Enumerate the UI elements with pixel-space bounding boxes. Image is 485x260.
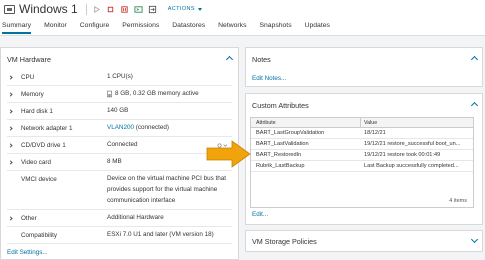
tab-snapshots[interactable]: Snapshots	[259, 20, 291, 34]
hw-value: 1 CPU(s)	[107, 73, 133, 80]
hw-row-hard-disk[interactable]: Hard disk 1 140 GB	[7, 103, 232, 120]
table-row[interactable]: BART_RestoredIn 19/12/21 restore took 00…	[251, 150, 473, 161]
expand-caret-icon[interactable]	[8, 126, 13, 131]
expand-caret-icon[interactable]	[8, 160, 13, 165]
table-row[interactable]: Rubrik_LastBackup Last Backup successful…	[251, 161, 473, 172]
vm-header: Windows 1 ACTIONS Summary Monitor Config…	[0, 0, 485, 36]
expand-caret-icon[interactable]	[8, 216, 13, 221]
hw-label: VMCI device	[21, 176, 57, 183]
network-status: (connected)	[133, 124, 169, 131]
expand-caret-icon[interactable]	[8, 92, 13, 97]
hw-label: Hard disk 1	[21, 108, 53, 115]
hw-row-other[interactable]: Other Additional Hardware	[7, 210, 232, 227]
actions-menu[interactable]: ACTIONS	[168, 6, 202, 12]
column-divider[interactable]	[360, 118, 361, 128]
hw-row-cpu[interactable]: CPU 1 CPU(s)	[7, 70, 232, 86]
hw-label: CPU	[21, 74, 35, 81]
vm-hardware-panel: VM Hardware CPU 1 CPU(s) Memory 8 GB, 0.…	[0, 47, 239, 260]
suspend-icon[interactable]	[120, 5, 129, 14]
attribute-cell: BART_LastValidation	[256, 141, 309, 147]
hw-value: 8 MB	[107, 158, 122, 165]
value-cell: 19/12/21 restore took 00:01:49	[364, 152, 441, 158]
hw-label: Network adapter 1	[21, 125, 73, 132]
hw-label: Memory	[21, 91, 44, 98]
memory-icon	[107, 90, 112, 98]
expand-caret-icon[interactable]	[8, 75, 13, 80]
console-icon[interactable]	[134, 5, 143, 14]
hw-value: Additional Hardware	[107, 214, 164, 221]
custom-attributes-table: Attribute Value BART_LastGroupValidation…	[250, 117, 474, 208]
hw-row-compatibility: Compatibility ESXi 7.0 U1 and later (VM …	[7, 227, 232, 244]
hw-value-line: communication interface	[107, 197, 176, 204]
annotation-arrow-icon	[206, 140, 251, 168]
attribute-cell: BART_LastGroupValidation	[256, 130, 325, 136]
vm-hardware-title: VM Hardware	[7, 55, 51, 64]
hw-value: VLAN200 (connected)	[107, 123, 169, 133]
table-header: Attribute Value	[251, 118, 473, 128]
hw-value: ESXi 7.0 U1 and later (VM version 18)	[107, 231, 214, 238]
items-count: 4 items	[449, 198, 467, 204]
tab-monitor[interactable]: Monitor	[44, 20, 67, 34]
value-cell: 18/12/21	[364, 130, 386, 136]
tab-bar: Summary Monitor Configure Permissions Da…	[2, 20, 343, 34]
network-link[interactable]: VLAN200	[107, 124, 134, 131]
custom-attributes-title: Custom Attributes	[252, 101, 309, 110]
hw-row-network-adapter[interactable]: Network adapter 1 VLAN200 (connected)	[7, 120, 232, 137]
expand-caret-icon[interactable]	[8, 109, 13, 114]
chevron-down-icon	[197, 7, 202, 11]
edit-notes-link[interactable]: Edit Notes...	[252, 75, 286, 82]
table-row[interactable]: BART_LastValidation 19/12/21 restore_suc…	[251, 139, 473, 150]
attribute-cell: Rubrik_LastBackup	[256, 163, 305, 169]
hw-value: 8 GB, 0.32 GB memory active	[115, 90, 199, 97]
value-cell: 19/12/21 restore_successful boot_un...	[364, 141, 461, 147]
tab-datastores[interactable]: Datastores	[172, 20, 205, 34]
edit-attributes-link[interactable]: Edit...	[252, 211, 268, 218]
expand-chevron-icon[interactable]	[470, 235, 479, 244]
collapse-chevron-icon[interactable]	[470, 55, 479, 64]
hw-label: Compatibility	[21, 232, 58, 239]
tab-networks[interactable]: Networks	[218, 20, 246, 34]
hw-label: CD/DVD drive 1	[21, 142, 66, 149]
power-on-icon[interactable]	[92, 5, 101, 14]
table-row[interactable]: BART_LastGroupValidation 18/12/21	[251, 128, 473, 139]
hw-row-video-card[interactable]: Video card 8 MB	[7, 154, 232, 171]
hw-row-memory[interactable]: Memory 8 GB, 0.32 GB memory active	[7, 86, 232, 103]
expand-caret-icon[interactable]	[8, 143, 13, 148]
hw-row-cd-dvd[interactable]: CD/DVD drive 1 Connected	[7, 137, 232, 154]
title-row: Windows 1 ACTIONS	[4, 2, 202, 16]
notes-title: Notes	[252, 55, 271, 64]
toolbar-divider	[85, 3, 87, 15]
tab-configure[interactable]: Configure	[80, 20, 109, 34]
power-off-icon[interactable]	[106, 5, 115, 14]
tab-updates[interactable]: Updates	[305, 20, 330, 34]
column-header-attribute[interactable]: Attribute	[256, 120, 356, 126]
edit-settings-link[interactable]: Edit Settings...	[7, 249, 48, 256]
column-header-value[interactable]: Value	[364, 120, 470, 126]
hw-value-line: provides support for the virtual machine	[107, 186, 218, 193]
hw-value-line: Device on the virtual machine PCI bus th…	[107, 175, 227, 182]
hw-label: Other	[21, 215, 37, 222]
tab-permissions[interactable]: Permissions	[122, 20, 159, 34]
vm-title: Windows 1	[19, 2, 78, 16]
hw-row-vmci-device: VMCI device Device on the virtual machin…	[7, 171, 232, 210]
hw-value: Connected	[107, 141, 138, 148]
vm-storage-policies-panel: VM Storage Policies	[245, 230, 483, 252]
migrate-icon[interactable]	[148, 5, 157, 14]
collapse-chevron-icon[interactable]	[225, 55, 234, 64]
tab-summary[interactable]: Summary	[2, 20, 32, 34]
value-cell: Last Backup successfully completed...	[364, 163, 459, 169]
hw-value: 140 GB	[107, 107, 129, 114]
hw-label: Video card	[21, 159, 51, 166]
attribute-cell: BART_RestoredIn	[256, 152, 302, 158]
notes-panel: Notes Edit Notes...	[245, 47, 483, 87]
collapse-chevron-icon[interactable]	[470, 101, 479, 110]
vm-storage-policies-title: VM Storage Policies	[252, 237, 317, 246]
actions-label: ACTIONS	[167, 6, 195, 12]
vm-icon	[4, 4, 15, 14]
